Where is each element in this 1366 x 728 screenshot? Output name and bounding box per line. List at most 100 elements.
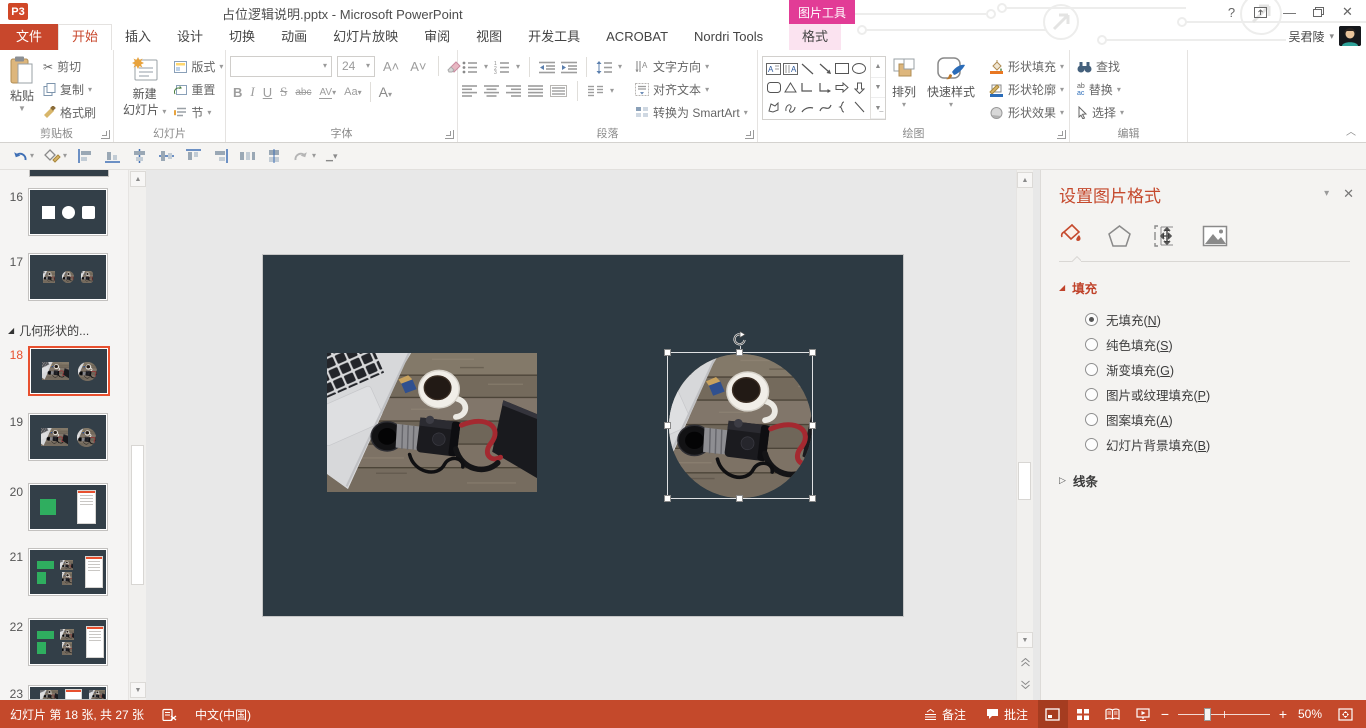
editor-scrollbar-thumb[interactable] [1018,462,1031,500]
thumb-22[interactable]: 22 [2,618,108,666]
select-button[interactable]: 选择 ▾ [1074,102,1127,123]
font-size-combo[interactable]: 24▾ [337,56,375,77]
reading-view-button[interactable] [1098,700,1128,728]
pane-options-icon[interactable]: ▾ [1324,189,1329,199]
distribute-text-button[interactable] [550,85,567,97]
radio-no-fill[interactable]: 无填充(N) [1085,307,1350,332]
pane-close-icon[interactable]: ✕ [1343,186,1354,202]
tab-animations[interactable]: 动画 [268,24,320,50]
text-shadow-button[interactable]: abc [292,87,314,98]
tab-review[interactable]: 审阅 [411,24,463,50]
picture-rectangle[interactable] [327,353,537,492]
italic-button[interactable]: I [247,84,257,100]
collapse-ribbon-icon[interactable]: ︿ [1346,123,1356,138]
shape-gallery-more-icon[interactable]: ▼̲ [871,98,885,119]
scribble-shape-icon[interactable] [782,98,799,117]
editor-scrollbar[interactable]: ▲ ▼ [1016,170,1033,700]
tab-picture-format[interactable]: 格式 [789,24,841,50]
language-indicator[interactable]: 中文(中国) [195,706,251,723]
align-right-objects-button[interactable] [209,146,232,166]
cut-button[interactable]: ✂ 剪切 [40,56,99,77]
text-direction-button[interactable]: A 文字方向 ▾ [632,56,751,77]
close-icon[interactable]: ✕ [1333,1,1362,23]
thumb-16[interactable]: 16 [2,188,108,236]
numbering-button[interactable]: 123 [494,61,510,74]
radio-solid-fill[interactable]: 纯色填充(S) [1085,332,1350,357]
align-right-button[interactable] [506,85,521,97]
elbow-arrow-connector-icon[interactable] [816,78,833,97]
reset-button[interactable]: 重置 [171,79,226,100]
rectangle-shape-icon[interactable] [834,59,851,78]
format-painter-button[interactable]: 格式刷 [40,102,99,123]
tab-developer[interactable]: 开发工具 [515,24,593,50]
change-case-button[interactable]: Aa▾ [341,86,364,98]
grow-font-button[interactable]: A˄ [380,59,402,74]
tab-view[interactable]: 视图 [463,24,515,50]
edit-shape-button[interactable]: ▾ [41,146,70,166]
line-shape-icon[interactable] [799,59,816,78]
resize-handle-se[interactable] [809,495,816,502]
zoom-out-icon[interactable]: − [1158,706,1172,722]
size-properties-tab-icon[interactable] [1154,224,1180,248]
find-button[interactable]: 查找 [1074,56,1127,77]
scroll-down-icon[interactable]: ▼ [1017,632,1033,648]
columns-button[interactable] [588,85,603,97]
textbox-shape-icon[interactable]: A [765,59,782,78]
section-button[interactable]: 节 ▾ [171,102,226,123]
clipboard-dialog-launcher-icon[interactable] [101,130,110,139]
restore-icon[interactable] [1304,1,1333,23]
align-text-button[interactable]: 对齐文本 ▾ [632,79,751,100]
tab-slideshow[interactable]: 幻灯片放映 [320,24,411,50]
tab-design[interactable]: 设计 [164,24,216,50]
notes-button[interactable]: 备注 [914,700,976,728]
shape-gallery-up-icon[interactable]: ▲ [871,57,885,78]
decrease-indent-button[interactable] [539,61,555,74]
font-dialog-launcher-icon[interactable] [445,130,454,139]
thumb-17[interactable]: 17 [2,253,108,301]
effects-tab-icon[interactable] [1107,224,1132,248]
right-arrow-shape-icon[interactable] [834,78,851,97]
fill-section-header[interactable]: ◢ 填充 [1059,278,1350,297]
account-control[interactable]: 吴君陵 ▾ [1288,26,1361,46]
line-shape-icon-2[interactable] [851,98,868,117]
brace-shape-icon[interactable] [834,98,851,117]
picture-selection-box[interactable] [667,352,813,499]
shape-fill-button[interactable]: 形状填充 ▾ [986,56,1067,77]
oval-shape-icon[interactable] [851,59,868,78]
freeform-shape-icon[interactable] [765,98,782,117]
picture-circle-cropped[interactable] [669,354,812,498]
collapse-section-icon[interactable]: ◢ [1059,283,1065,292]
line-spacing-button[interactable] [596,61,612,74]
previous-slide-icon[interactable] [1017,654,1033,670]
tab-home[interactable]: 开始 [58,24,112,50]
underline-button[interactable]: U [260,85,275,100]
align-center-vertical-button[interactable] [263,146,286,166]
font-color-button[interactable]: A▾ [376,84,395,100]
zoom-slider-handle[interactable] [1204,708,1211,721]
tab-file[interactable]: 文件 [0,24,58,50]
elbow-connector-icon[interactable] [799,78,816,97]
line-section-header[interactable]: ▷ 线条 [1059,471,1350,490]
rotation-handle[interactable] [732,331,748,347]
bold-button[interactable]: B [230,85,245,100]
triangle-shape-icon[interactable] [782,78,799,97]
undo-button[interactable]: ▾ [8,146,37,166]
new-slide-button[interactable]: 新建幻灯片 ▾ [118,53,171,118]
shrink-font-button[interactable]: A˅ [407,59,429,74]
fit-to-window-icon[interactable] [1330,700,1360,728]
bullets-button[interactable] [462,61,478,74]
strikethrough-button[interactable]: S [277,84,290,100]
radio-gradient-fill[interactable]: 渐变填充(G) [1085,357,1350,382]
spellcheck-icon[interactable] [162,708,177,721]
copy-button[interactable]: 复制 ▾ [40,79,99,100]
radio-pattern-fill[interactable]: 图案填充(A) [1085,407,1350,432]
align-middle-objects-button[interactable] [155,146,178,166]
arrow-shape-icon[interactable] [816,59,833,78]
quick-styles-button[interactable]: 快速样式 ▾ [922,53,980,109]
resize-handle-nw[interactable] [664,349,671,356]
down-arrow-shape-icon[interactable] [851,78,868,97]
drawing-dialog-launcher-icon[interactable] [1057,130,1066,139]
increase-indent-button[interactable] [561,61,577,74]
justify-button[interactable] [528,85,543,97]
thumb-20[interactable]: 20 [2,483,108,531]
